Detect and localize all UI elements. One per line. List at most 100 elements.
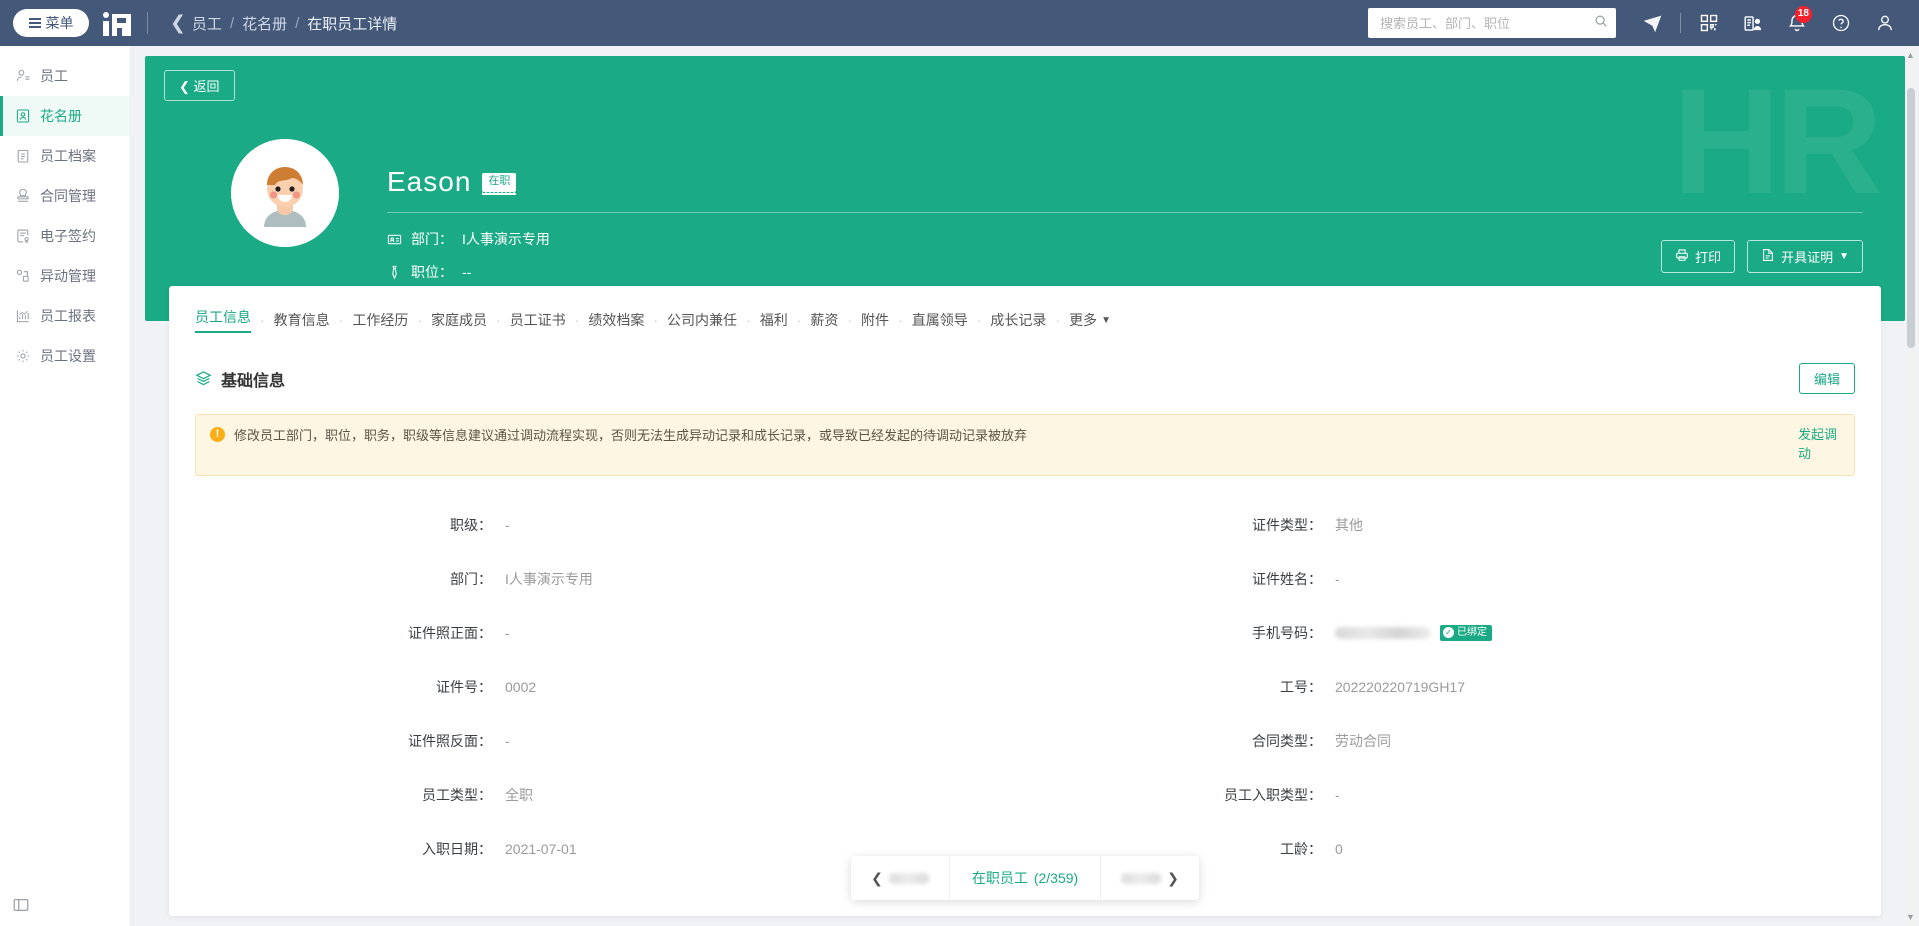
field-value: - (1335, 787, 1340, 803)
field-label: 员工类型： (195, 785, 505, 805)
phone-bound-label: 已绑定 (1457, 627, 1487, 639)
tab-growth-record[interactable]: 成长记录 (990, 310, 1046, 330)
check-icon: ✓ (1443, 627, 1454, 638)
section-header: 基础信息 编辑 (169, 347, 1881, 398)
field-employee-number: 工号： 202220220719GH17 (1025, 660, 1855, 714)
sidebar-item-label: 员工 (40, 66, 68, 86)
pager-list-label: 在职员工 (972, 868, 1028, 888)
user-avatar-icon[interactable] (1863, 0, 1907, 46)
tab-separator: · (260, 312, 265, 328)
breadcrumb-item-1[interactable]: 花名册 (242, 13, 287, 34)
issue-certificate-button[interactable]: 开具证明 ▼ (1747, 240, 1863, 273)
tab-certificates[interactable]: 员工证书 (510, 310, 566, 330)
topbar-icon-divider (1680, 13, 1681, 33)
pager-prev-button[interactable]: ❮ (851, 856, 949, 900)
scroll-down-icon[interactable]: ▼ (1905, 910, 1916, 924)
field-id-name: 证件姓名： - (1025, 552, 1855, 606)
print-button[interactable]: 打印 (1661, 240, 1735, 273)
search-icon[interactable] (1594, 14, 1608, 33)
scrollbar-thumb[interactable] (1907, 88, 1915, 348)
field-value: 0 (1335, 841, 1343, 857)
field-value: I人事演示专用 (505, 569, 593, 589)
print-button-label: 打印 (1695, 247, 1721, 266)
employee-hero-banner: HR ❮ 返回 (145, 56, 1905, 321)
sidebar-item-label: 电子签约 (40, 226, 96, 246)
pager-current-list[interactable]: 在职员工 (2/359) (950, 856, 1100, 900)
field-label: 员工入职类型： (1025, 785, 1335, 805)
tab-education-info[interactable]: 教育信息 (274, 310, 330, 330)
tab-separator: · (417, 312, 422, 328)
bell-icon[interactable]: 18 (1775, 0, 1819, 46)
tab-direct-manager[interactable]: 直属领导 (912, 310, 968, 330)
tab-more[interactable]: 更多 ▼ (1069, 310, 1111, 330)
scrollbar-track[interactable]: ▲ ▼ (1907, 46, 1917, 926)
pager-prev-label (889, 873, 929, 884)
pager-count: (2/359) (1034, 870, 1078, 886)
sidebar-item-roster[interactable]: 花名册 (0, 96, 130, 136)
sidebar-item-employee-files[interactable]: 员工档案 (0, 136, 130, 176)
breadcrumb-item-0[interactable]: 员工 (192, 13, 222, 34)
notification-badge: 18 (1795, 6, 1812, 23)
meta-label: 部门： (411, 229, 453, 249)
field-label: 证件号： (195, 677, 505, 697)
field-label: 证件照正面： (195, 623, 505, 643)
edit-button[interactable]: 编辑 (1799, 363, 1855, 394)
sidebar: 员工 花名册 员工档案 (0, 46, 131, 926)
tab-internal-concurrent[interactable]: 公司内兼任 (667, 310, 737, 330)
field-value: - (505, 625, 510, 641)
sidebar-item-settings[interactable]: 员工设置 (0, 336, 130, 376)
avatar[interactable] (231, 139, 339, 247)
sidebar-item-label: 员工档案 (40, 146, 96, 166)
help-icon[interactable] (1819, 0, 1863, 46)
field-value: 劳动合同 (1335, 731, 1391, 751)
field-onboarding-type: 员工入职类型： - (1025, 768, 1855, 822)
global-search-box[interactable] (1368, 8, 1616, 38)
breadcrumb-back-icon[interactable]: ❮ (164, 14, 192, 33)
collapse-icon[interactable] (12, 896, 32, 916)
sidebar-item-employees[interactable]: 员工 (0, 56, 130, 96)
field-id-photo-front: 证件照正面： - (195, 606, 1025, 660)
field-value: - (1335, 571, 1340, 587)
sidebar-item-label: 员工报表 (40, 306, 96, 326)
chevron-down-icon: ▼ (1101, 315, 1111, 326)
menu-button[interactable]: 菜单 (13, 9, 89, 37)
sidebar-item-transfer[interactable]: 异动管理 (0, 256, 130, 296)
sidebar-item-label: 花名册 (40, 106, 82, 126)
esign-icon (15, 228, 31, 244)
initiate-transfer-link[interactable]: 发起调动 (1798, 426, 1840, 464)
sidebar-item-reports[interactable]: 员工报表 (0, 296, 130, 336)
warning-banner: ! 修改员工部门，职位，职务，职级等信息建议通过调动流程实现，否则无法生成异动记… (195, 414, 1855, 476)
tab-attachments[interactable]: 附件 (861, 310, 889, 330)
qrcode-icon[interactable] (1687, 0, 1731, 46)
field-value: 202220220719GH17 (1335, 679, 1465, 695)
tab-employee-info[interactable]: 员工信息 (195, 307, 251, 333)
field-department: 部门： I人事演示专用 (195, 552, 1025, 606)
meta-value: I人事演示专用 (462, 229, 550, 249)
pager-next-button[interactable]: ❯ (1101, 856, 1199, 900)
send-icon[interactable] (1630, 0, 1674, 46)
scroll-up-icon[interactable]: ▲ (1905, 48, 1916, 62)
transfer-icon (15, 268, 31, 284)
tab-separator: · (797, 312, 802, 328)
sidebar-item-contract[interactable]: 合同管理 (0, 176, 130, 216)
chevron-down-icon: ▼ (1839, 251, 1849, 262)
contact-card-icon[interactable] (1731, 0, 1775, 46)
status-badge: 在职 (482, 173, 516, 192)
tab-family-members[interactable]: 家庭成员 (431, 310, 487, 330)
sidebar-item-esign[interactable]: 电子签约 (0, 216, 130, 256)
field-phone-number: 手机号码： ✓ 已绑定 (1025, 606, 1855, 660)
field-value: 其他 (1335, 515, 1363, 535)
tab-benefits[interactable]: 福利 (760, 310, 788, 330)
tab-salary[interactable]: 薪资 (810, 310, 838, 330)
menu-button-label: 菜单 (46, 13, 74, 33)
scroll-area: HR ❮ 返回 (131, 56, 1919, 926)
main-content: HR ❮ 返回 (131, 46, 1919, 926)
back-button[interactable]: ❮ 返回 (164, 70, 235, 101)
tab-performance[interactable]: 绩效档案 (588, 310, 644, 330)
clipboard-icon (15, 148, 31, 164)
printer-icon (1675, 248, 1689, 265)
search-input[interactable] (1380, 16, 1594, 31)
field-label: 部门： (195, 569, 505, 589)
field-label: 证件类型： (1025, 515, 1335, 535)
tab-work-experience[interactable]: 工作经历 (352, 310, 408, 330)
